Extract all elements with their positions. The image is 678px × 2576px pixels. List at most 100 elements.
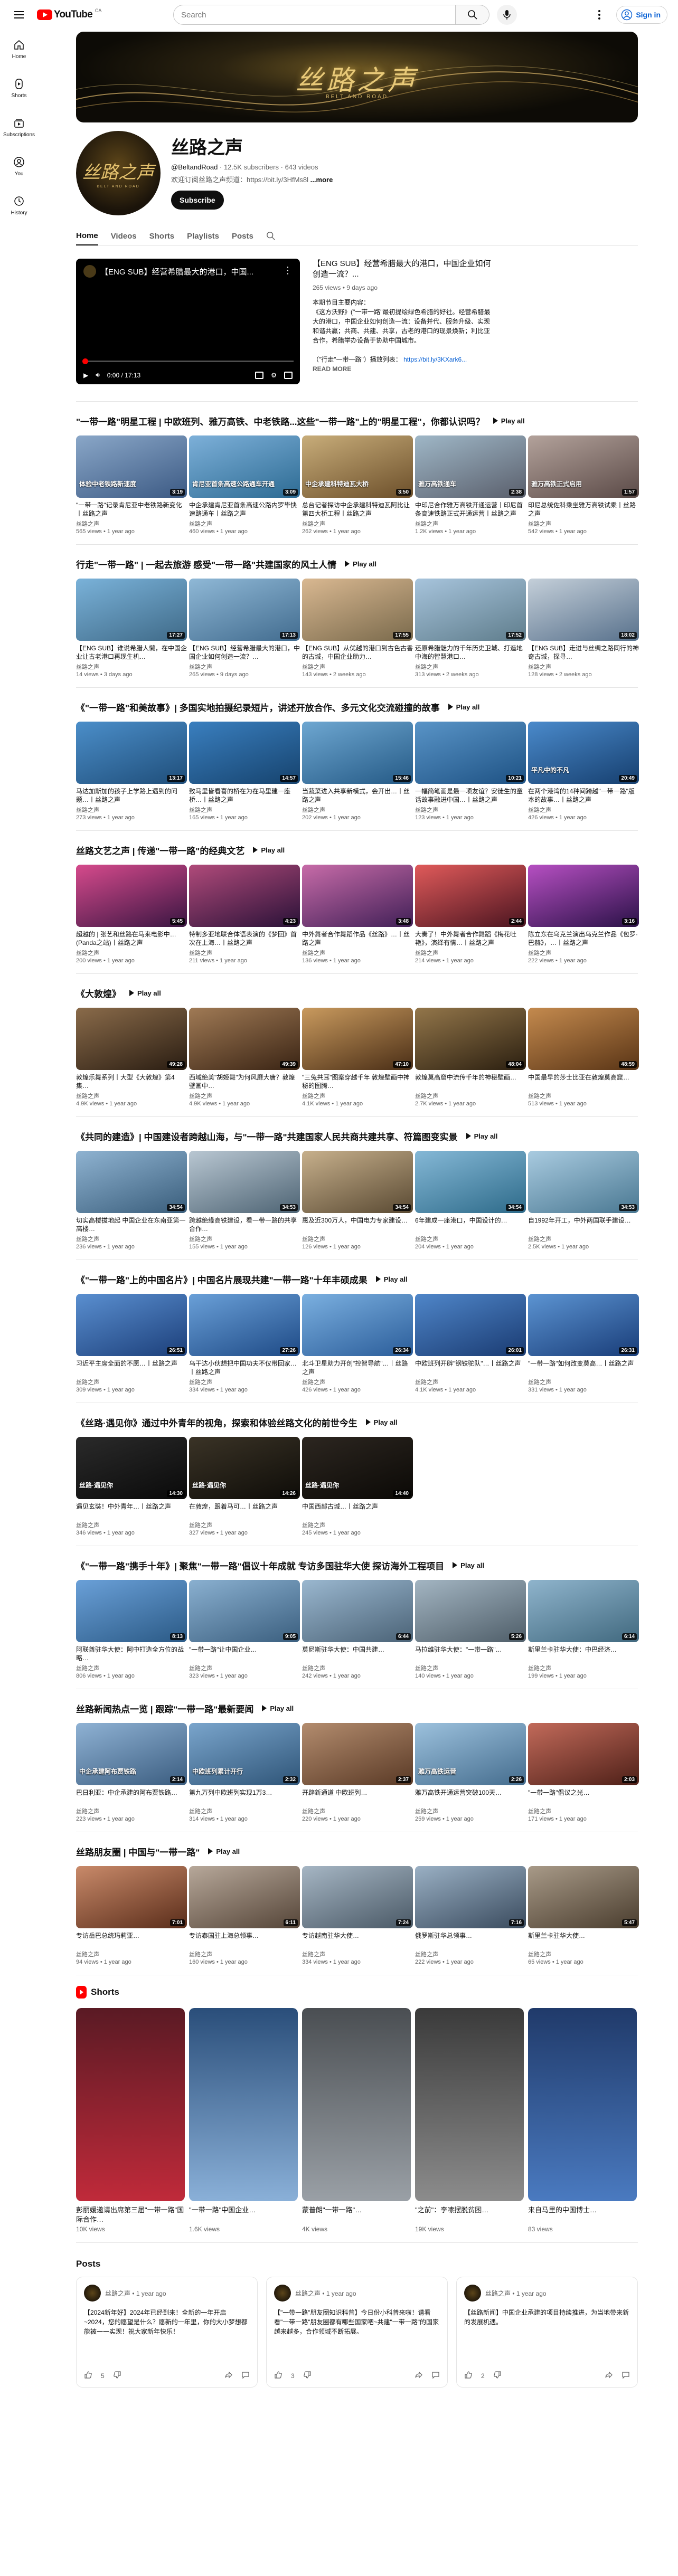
video-thumbnail[interactable]: 3:16 (528, 865, 639, 927)
video-thumbnail[interactable]: 丝路·遇见你 14:40 (302, 1437, 413, 1499)
dislike-button[interactable] (303, 2371, 312, 2381)
comment-button[interactable] (241, 2371, 250, 2381)
play-all-button[interactable]: Play all (453, 1561, 484, 1569)
video-thumbnail[interactable]: 48:04 (415, 1008, 526, 1070)
video-card[interactable]: 2:37 开辟新通道 中欧班列… 丝路之声 220 views • 1 year ag… (302, 1723, 413, 1822)
video-card[interactable]: 49:39 西域绝美"胡姬舞"为何风靡大唐？敦煌壁画中… 丝路之声 4.9K view… (189, 1008, 300, 1107)
shelf-title[interactable]: 丝路朋友圈 | 中国与"一带一路" (76, 1845, 200, 1858)
video-channel[interactable]: 丝路之声 (528, 1235, 639, 1243)
video-title[interactable]: 总台记者探访中企承建科特迪瓦阿比让第四大桥工程丨丝路之声 (302, 501, 413, 518)
video-card[interactable]: 17:13 【ENG SUB】经营希腊最大的港口，中国企业如何创造一流？… 丝路之声… (189, 579, 300, 678)
dislike-button[interactable] (493, 2371, 502, 2381)
short-thumbnail[interactable] (302, 2008, 411, 2201)
comment-button[interactable] (622, 2371, 630, 2381)
play-all-button[interactable]: Play all (208, 1848, 240, 1855)
video-channel[interactable]: 丝路之声 (76, 1378, 187, 1386)
video-thumbnail[interactable]: 7:16 (415, 1866, 526, 1928)
video-title[interactable]: 大奏了！中外舞者合作舞蹈《梅花吐艳》，演绎有情…丨丝路之声 (415, 930, 526, 947)
short-card[interactable]: "之前"：李嗦摆脱贫困… 19K views (415, 2008, 524, 2233)
settings-more-icon[interactable] (590, 5, 609, 24)
video-card[interactable]: 26:31 "一带一路"如何改变莫高…丨丝路之声 丝路之声 331 views • 1… (528, 1294, 639, 1393)
play-all-button[interactable]: Play all (448, 703, 479, 711)
volume-icon[interactable]: 🔊︎ (96, 371, 100, 379)
video-card[interactable]: 17:52 还原希腊魅力的千年历史卫城、打造地中海的智慧港口… 丝路之声 313 vi… (415, 579, 526, 678)
video-title[interactable]: 超越的 | 张艺和丝路在马来电影中…(Panda之站)丨丝路之声 (76, 930, 187, 947)
shelf-title[interactable]: 《丝路·遇见你》通过中外青年的视角，探索和体验丝路文化的前世今生 (76, 1416, 357, 1429)
tab-videos[interactable]: Videos (111, 226, 137, 245)
video-card[interactable]: 18:02 【ENG SUB】走进与丝绸之路同行的神奇古城，探寻… 丝路之声 128 … (528, 579, 639, 678)
video-title[interactable]: 6年建成一座港口，中国设计的… (415, 1216, 526, 1233)
video-channel[interactable]: 丝路之声 (189, 1950, 300, 1958)
video-card[interactable]: 6:11 专访泰国驻上海总领事… 丝路之声 160 views • 1 year ag… (189, 1866, 300, 1965)
video-thumbnail[interactable]: 8:13 (76, 1580, 187, 1642)
sidebar-item-history[interactable]: History (2, 186, 36, 225)
video-channel[interactable]: 丝路之声 (302, 1664, 413, 1672)
short-card[interactable]: "一带一路"中国企业… 1.6K views (189, 2008, 298, 2233)
video-thumbnail[interactable]: 48:59 (528, 1008, 639, 1070)
video-channel[interactable]: 丝路之声 (189, 662, 300, 671)
short-card[interactable]: 彭丽媛邀请出席第三届"一带一路"国际合作… 10K views (76, 2008, 185, 2233)
video-channel[interactable]: 丝路之声 (189, 1521, 300, 1529)
menu-icon[interactable] (8, 4, 30, 25)
video-channel[interactable]: 丝路之声 (189, 1664, 300, 1672)
video-thumbnail[interactable]: 2:37 (302, 1723, 413, 1785)
settings-icon[interactable]: ⚙ (271, 372, 277, 379)
video-thumbnail[interactable]: 2:44 (415, 865, 526, 927)
short-thumbnail[interactable] (415, 2008, 524, 2201)
shelf-title[interactable]: 《"一带一路"携手十年》| 聚焦"一带一路"倡议十年成就 专访多国驻华大使 探访… (76, 1559, 444, 1572)
video-title[interactable]: 致马里皆看喜的桥在为在马里建一座桥…丨丝路之声 (189, 787, 300, 804)
video-title[interactable]: "一带一路"如何改变莫高…丨丝路之声 (528, 1359, 639, 1376)
comment-button[interactable] (431, 2371, 440, 2381)
video-card[interactable]: 2:44 大奏了！中外舞者合作舞蹈《梅花吐艳》，演绎有情…丨丝路之声 丝路之声 214… (415, 865, 526, 964)
post-channel[interactable]: 丝路之声 • 1 year ago (485, 2289, 547, 2298)
video-thumbnail[interactable]: 中欧班列累计开行 2:32 (189, 1723, 300, 1785)
video-card[interactable]: 中企承建阿布贾铁路 2:14 巴日利亚：中企承建的阿布贾铁路… 丝路之声 223 vie… (76, 1723, 187, 1822)
video-title[interactable]: 中国西部古城…丨丝路之声 (302, 1502, 413, 1519)
video-channel[interactable]: 丝路之声 (415, 1807, 526, 1815)
video-card[interactable]: 17:27 【ENG SUB】谁说希腊人懒，在中国企业让古老港口再现生机… 丝路之声… (76, 579, 187, 678)
video-card[interactable]: 15:46 当蔬菜进入共享新模式，会开出…丨丝路之声 丝路之声 202 views •… (302, 722, 413, 821)
video-card[interactable]: 肯尼亚首条高速公路通车开通 3:09 中企承建肯尼亚首条高速公路内罗毕快速路通车丨丝… (189, 435, 300, 535)
video-channel[interactable]: 丝路之声 (302, 1378, 413, 1386)
post-card[interactable]: 丝路之声 • 1 year ago 【丝路新闻】中国企业承建的项目持续推进，为当地… (456, 2277, 638, 2388)
video-channel[interactable]: 丝路之声 (76, 519, 187, 528)
video-thumbnail[interactable]: 15:46 (302, 722, 413, 784)
video-card[interactable]: 8:13 阿联酋驻华大使：阿中打造全方位的战略… 丝路之声 806 views • 1… (76, 1580, 187, 1679)
video-card[interactable]: 48:59 中国最早的莎士比亚在敦煌莫高窟… 丝路之声 513 views • 1 y… (528, 1008, 639, 1107)
video-card[interactable]: 13:17 马达加斯加的孩子上学路上遇到的问题…丨丝路之声 丝路之声 273 view… (76, 722, 187, 821)
short-title[interactable]: "之前"：李嗦摆脱贫困… (415, 2205, 524, 2224)
video-channel[interactable]: 丝路之声 (415, 519, 526, 528)
video-thumbnail[interactable]: 34:54 (302, 1151, 413, 1213)
video-card[interactable]: 7:24 专访越南驻华大使… 丝路之声 334 views • 1 year ago (302, 1866, 413, 1965)
video-thumbnail[interactable]: 体验中老铁路新速度 3:19 (76, 435, 187, 498)
video-channel[interactable]: 丝路之声 (189, 949, 300, 957)
video-channel[interactable]: 丝路之声 (76, 1092, 187, 1100)
video-thumbnail[interactable]: 17:52 (415, 579, 526, 641)
voice-search-button[interactable] (497, 5, 517, 25)
featured-title[interactable]: 【ENG SUB】经营希腊最大的港口，中国企业如何创造一流？... (313, 259, 492, 280)
video-title[interactable]: 印尼总统佐科乘坐雅万高铁试乘丨丝路之声 (528, 501, 639, 518)
video-card[interactable]: 7:01 专访岳巴总统玛莉亚… 丝路之声 94 views • 1 year ago (76, 1866, 187, 1965)
video-title[interactable]: 中欧班列开辟"钢铁驼队"…丨丝路之声 (415, 1359, 526, 1376)
video-channel[interactable]: 丝路之声 (76, 806, 187, 814)
video-channel[interactable]: 丝路之声 (528, 1664, 639, 1672)
video-thumbnail[interactable]: 26:01 (415, 1294, 526, 1356)
video-thumbnail[interactable]: 17:13 (189, 579, 300, 641)
video-thumbnail[interactable]: 2:03 (528, 1723, 639, 1785)
video-title[interactable]: 俄罗斯驻华总领事… (415, 1931, 526, 1948)
video-card[interactable]: 中欧班列累计开行 2:32 第九万列中欧班列实现1万3… 丝路之声 314 views … (189, 1723, 300, 1822)
video-thumbnail[interactable]: 17:27 (76, 579, 187, 641)
video-card[interactable]: 34:54 惠及近300万人，中国电力专家建设… 丝路之声 126 views • 1… (302, 1151, 413, 1250)
video-thumbnail[interactable]: 雅万高铁运营 2:26 (415, 1723, 526, 1785)
video-card[interactable]: 47:10 "三兔共耳"图案穿越千年 敦煌壁画中神秘的图腾… 丝路之声 4.1K vi… (302, 1008, 413, 1107)
video-title[interactable]: 在敦煌，跟着马可…丨丝路之声 (189, 1502, 300, 1519)
sign-in-button[interactable]: Sign in (616, 6, 667, 24)
video-title[interactable]: 一幅简笔画是最一项友谊？安徒生的童话故事融进中国…丨丝路之声 (415, 787, 526, 804)
video-channel[interactable]: 丝路之声 (302, 1235, 413, 1243)
video-title[interactable]: 敦煌乐舞系列丨大型《大敦煌》第4集… (76, 1073, 187, 1090)
video-title[interactable]: 习近平主席全面的不愿…丨丝路之声 (76, 1359, 187, 1376)
video-thumbnail[interactable]: 6:44 (302, 1580, 413, 1642)
video-title[interactable]: 惠及近300万人，中国电力专家建设… (302, 1216, 413, 1233)
like-button[interactable] (464, 2371, 473, 2381)
video-thumbnail[interactable]: 丝路·遇见你 14:26 (189, 1437, 300, 1499)
